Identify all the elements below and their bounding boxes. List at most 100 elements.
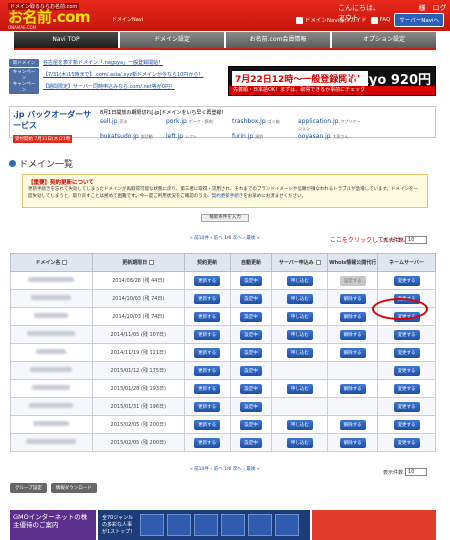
service-tile[interactable] xyxy=(167,514,191,536)
domain-name-redacted[interactable] xyxy=(28,277,75,282)
backorder-domain[interactable]: pork.jp ポーク・豚肉 xyxy=(166,118,232,132)
news-link[interactable]: 名古屋を表す新ドメイン「.nagoya」一般登録開始！ xyxy=(43,59,163,66)
nameserver-change-button[interactable]: 変更する xyxy=(393,347,420,358)
service-banner[interactable]: 全70ジャンルの多彩な人事が1ストップ！ xyxy=(98,510,310,540)
whois-button[interactable]: 解除する xyxy=(339,311,366,322)
auto-renew-button[interactable]: 設定中 xyxy=(240,329,262,340)
info-download-button[interactable]: 情報ダウンロード xyxy=(50,483,97,493)
whois-button[interactable]: 解除する xyxy=(339,329,366,340)
server-apply-button[interactable]: 申し込む xyxy=(286,329,313,340)
server-apply-button[interactable]: 申し込む xyxy=(286,419,313,430)
pager-next[interactable]: 次へ › xyxy=(233,467,245,472)
renew-button[interactable]: 更新する xyxy=(194,311,221,322)
pager-prev10[interactable]: « 前10件 xyxy=(190,236,209,241)
gmo-shareholder-banner[interactable]: GMOインターネットの株主優待のご案内 xyxy=(10,510,96,540)
news-link-text[interactable]: 【7/31(木)15時まで】.com/.asia/.xyz新ドメインが今なら10… xyxy=(43,72,203,78)
news-link-text[interactable]: 【期間限定】サーバー同時申込みなら.com/.net等が0円！ xyxy=(43,84,175,90)
nameserver-change-button[interactable]: 変更する xyxy=(393,365,420,376)
tab-member-info[interactable]: お名前.com会員情報 xyxy=(226,32,330,48)
service-tile[interactable] xyxy=(194,514,218,536)
domain-name-redacted[interactable] xyxy=(34,313,69,318)
whois-button[interactable]: 解除する xyxy=(339,419,366,430)
renew-button[interactable]: 更新する xyxy=(194,401,221,412)
renew-button[interactable]: 更新する xyxy=(194,365,221,376)
domain-name-redacted[interactable] xyxy=(36,349,67,354)
auto-renew-button[interactable]: 設定中 xyxy=(240,311,262,322)
tokyo-banner[interactable]: 7月22日12時〜一般登録開始！ .tokyo 920円 先着順・日本語OK！ま… xyxy=(228,66,436,96)
pager-prev10[interactable]: « 前10件 xyxy=(190,467,209,472)
backorder-domain[interactable]: left.jp レフト xyxy=(166,133,232,140)
renew-button[interactable]: 更新する xyxy=(194,419,221,430)
auto-renew-button[interactable]: 設定中 xyxy=(240,347,262,358)
perpage-select[interactable]: 10 xyxy=(405,468,428,476)
nameserver-change-button[interactable]: 変更する xyxy=(393,401,420,412)
perpage-select[interactable]: 10 xyxy=(405,236,428,244)
pager-prev[interactable]: ‹ 前へ xyxy=(210,236,222,241)
nameserver-change-button[interactable]: 変更する xyxy=(393,383,420,394)
tab-domain-settings[interactable]: ドメイン設定 xyxy=(120,32,224,48)
whois-button[interactable]: 解除する xyxy=(339,347,366,358)
auto-renew-button[interactable]: 設定中 xyxy=(240,437,262,448)
auto-renew-button[interactable]: 設定中 xyxy=(240,293,262,304)
group-settings-button[interactable]: グループ設定 xyxy=(10,483,47,493)
renew-button[interactable]: 更新する xyxy=(194,383,221,394)
domain-name-redacted[interactable] xyxy=(30,367,73,372)
whois-button[interactable]: 解除する xyxy=(339,383,366,394)
promo-banner[interactable] xyxy=(312,510,436,540)
backorder-domain[interactable]: sell.jp 売る xyxy=(100,118,166,132)
renewal-link[interactable]: 契約更新手続き xyxy=(212,194,244,199)
auto-renew-button[interactable]: 設定中 xyxy=(240,401,262,412)
backorder-domain[interactable]: ooyasan.jp 大家さん xyxy=(298,133,364,140)
whois-button[interactable]: 解除する xyxy=(339,437,366,448)
pager-last[interactable]: 最後 » xyxy=(246,467,259,472)
sort-icon[interactable] xyxy=(62,260,68,265)
domain-name-redacted[interactable] xyxy=(32,385,71,390)
server-apply-button[interactable]: 申し込む xyxy=(286,383,313,394)
news-link[interactable]: 【期間限定】サーバー同時申込みなら.com/.net等が0円！ xyxy=(43,83,175,90)
server-apply-button[interactable]: 申し込む xyxy=(286,437,313,448)
pager-last[interactable]: 最後 » xyxy=(246,236,259,241)
auto-renew-button[interactable]: 設定中 xyxy=(240,383,262,394)
renew-button[interactable]: 更新する xyxy=(194,437,221,448)
whois-button[interactable]: 解除する xyxy=(339,293,366,304)
service-tile[interactable] xyxy=(275,514,299,536)
renew-button[interactable]: 更新する xyxy=(194,329,221,340)
pager-next[interactable]: 次へ › xyxy=(233,236,245,241)
server-navi-button[interactable]: サーバーNaviへ xyxy=(394,13,444,27)
col-expiry[interactable]: 更新期限日 xyxy=(91,253,185,272)
sort-icon[interactable] xyxy=(315,260,321,265)
auto-renew-button[interactable]: 設定中 xyxy=(240,419,262,430)
renew-button[interactable]: 更新する xyxy=(194,293,221,304)
nameserver-change-button[interactable]: 変更する xyxy=(393,437,420,448)
service-tile[interactable] xyxy=(221,514,245,536)
domain-name-redacted[interactable] xyxy=(29,403,74,408)
domain-name-redacted[interactable] xyxy=(27,331,76,336)
domain-name-redacted[interactable] xyxy=(33,421,70,426)
domain-name-redacted[interactable] xyxy=(31,295,72,300)
backorder-domain[interactable]: trashbox.jp ゴミ箱 xyxy=(232,118,298,132)
server-apply-button[interactable]: 申し込む xyxy=(286,347,313,358)
server-apply-button[interactable]: 申し込む xyxy=(286,275,313,286)
domain-name-redacted[interactable] xyxy=(26,439,77,444)
news-link[interactable]: 【7/31(木)15時まで】.com/.asia/.xyz新ドメインが今なら10… xyxy=(43,71,203,78)
logo[interactable]: ドメイン取るならお名前.com お名前.com ONAMAE.COM xyxy=(8,3,91,30)
tab-option-settings[interactable]: オプション設定 xyxy=(332,32,436,48)
faq-link[interactable]: FAQ xyxy=(370,16,390,24)
renew-button[interactable]: 更新する xyxy=(194,275,221,286)
renew-button[interactable]: 更新する xyxy=(194,347,221,358)
tab-navi-top[interactable]: Navi TOP xyxy=(14,32,118,48)
service-tile[interactable] xyxy=(248,514,272,536)
guide-link[interactable]: ドメインNavi操作ガイド xyxy=(295,16,367,24)
nameserver-change-button[interactable]: 変更する xyxy=(393,329,420,340)
jp-backorder-banner[interactable]: .jp バックオーダーサービス 受付開始 7月31日(木)21時 8月1日開放の… xyxy=(9,106,436,143)
server-apply-button[interactable]: 申し込む xyxy=(286,311,313,322)
col-domain[interactable]: ドメイン名 xyxy=(10,253,93,272)
auto-renew-button[interactable]: 設定中 xyxy=(240,365,262,376)
pager-prev[interactable]: ‹ 前へ xyxy=(210,467,222,472)
search-conditions-button[interactable]: 検索条件を入力 xyxy=(201,214,249,222)
nameserver-change-button[interactable]: 変更する xyxy=(393,275,420,286)
nameserver-change-button[interactable]: 変更する xyxy=(393,419,420,430)
backorder-domain[interactable]: application.jp アプリケーション xyxy=(298,118,364,132)
sort-icon[interactable] xyxy=(149,260,155,265)
service-tile[interactable] xyxy=(140,514,164,536)
